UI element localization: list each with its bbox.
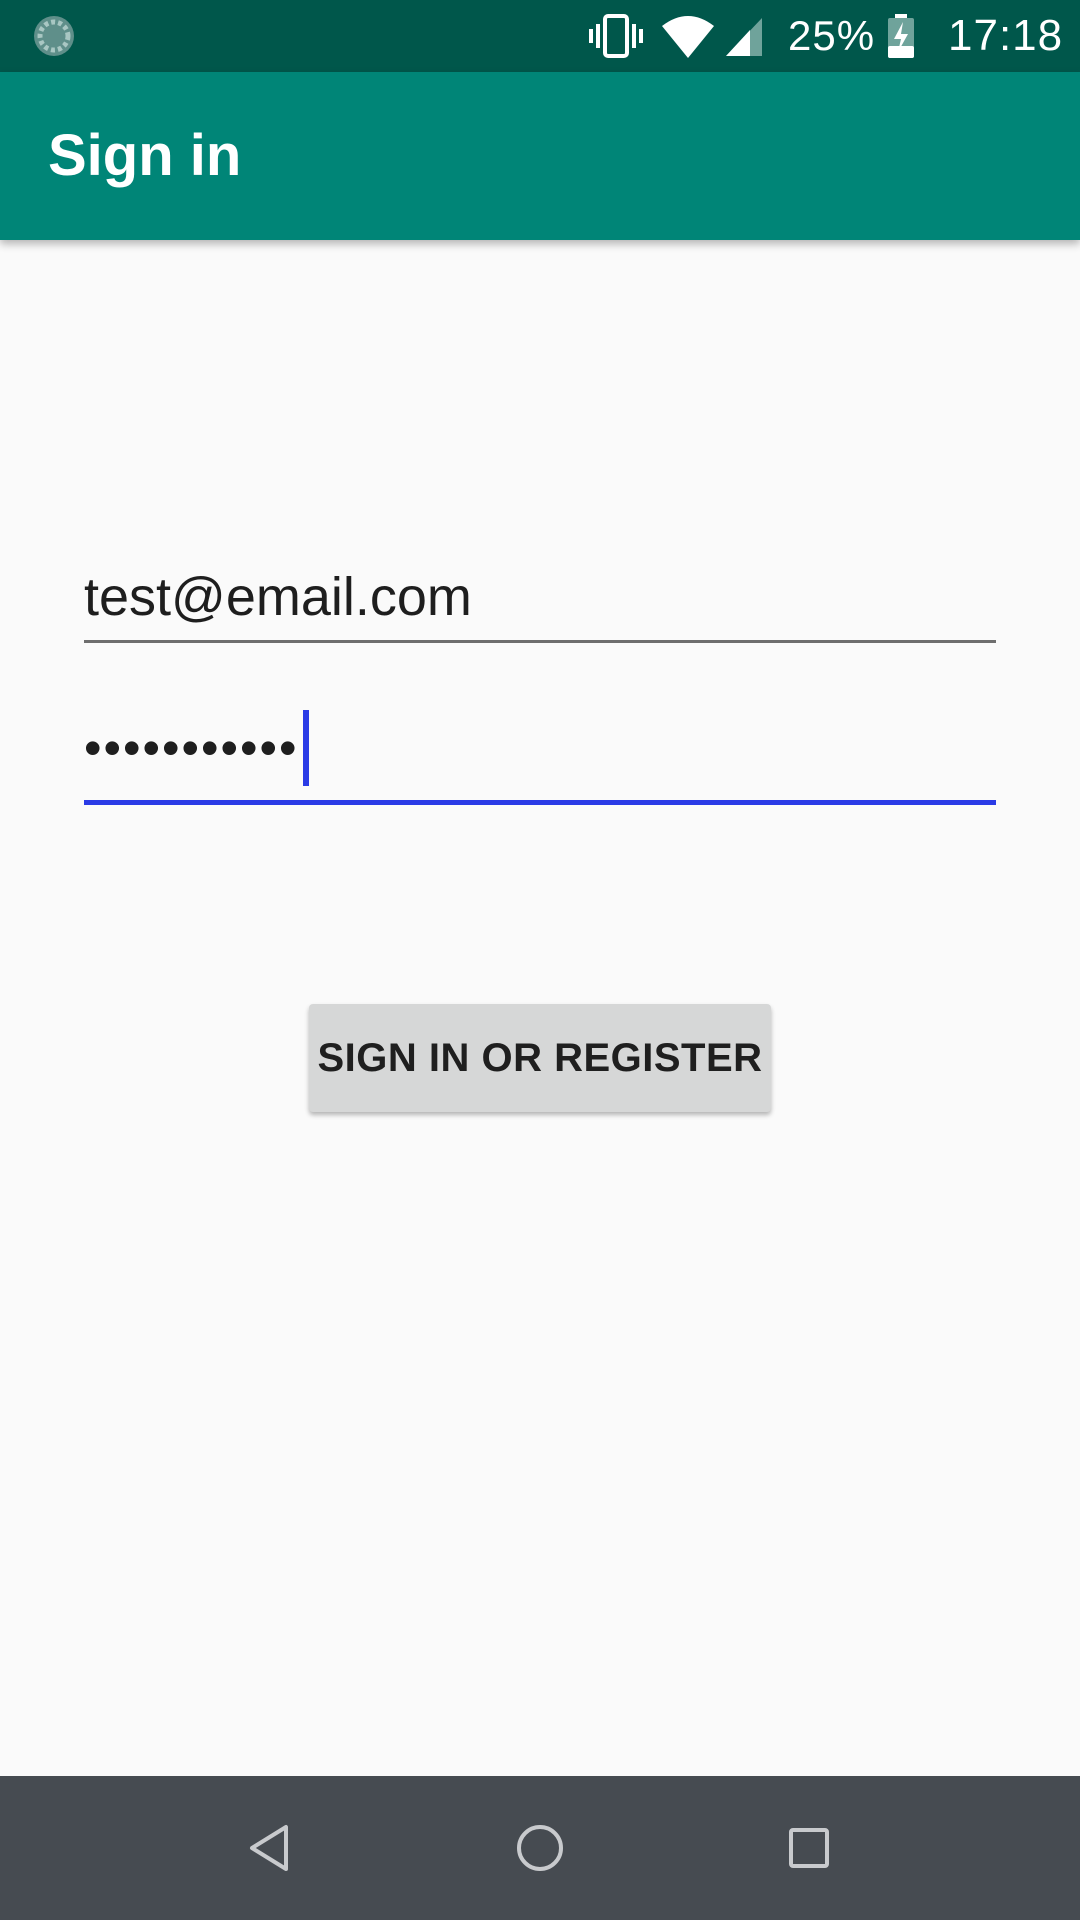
- email-value: test@email.com: [84, 567, 472, 627]
- back-icon: [250, 1825, 288, 1871]
- password-masked-text: •••••••••••: [84, 720, 299, 776]
- password-field[interactable]: •••••••••••: [84, 700, 996, 805]
- status-bar: 25% 17:18: [0, 0, 1080, 72]
- home-button[interactable]: [468, 1776, 612, 1920]
- sign-in-or-register-button[interactable]: SIGN IN OR REGISTER: [309, 1004, 771, 1112]
- password-value: •••••••••••: [84, 710, 309, 786]
- navigation-bar: [0, 1776, 1080, 1920]
- back-button[interactable]: [198, 1776, 342, 1920]
- home-icon: [517, 1825, 563, 1871]
- page-title: Sign in: [48, 123, 242, 188]
- text-cursor: [302, 710, 309, 786]
- app-bar: Sign in: [0, 72, 1080, 240]
- sync-icon: [30, 0, 78, 72]
- clock: 17:18: [948, 11, 1064, 60]
- vibrate-icon: [588, 0, 644, 72]
- battery-percent: 25%: [788, 12, 876, 59]
- email-field[interactable]: test@email.com: [84, 548, 996, 643]
- wifi-icon: [660, 0, 716, 72]
- recents-button[interactable]: [737, 1776, 881, 1920]
- cell-signal-icon: [724, 0, 766, 72]
- recents-icon: [789, 1828, 829, 1868]
- battery-charging-icon: [886, 0, 916, 72]
